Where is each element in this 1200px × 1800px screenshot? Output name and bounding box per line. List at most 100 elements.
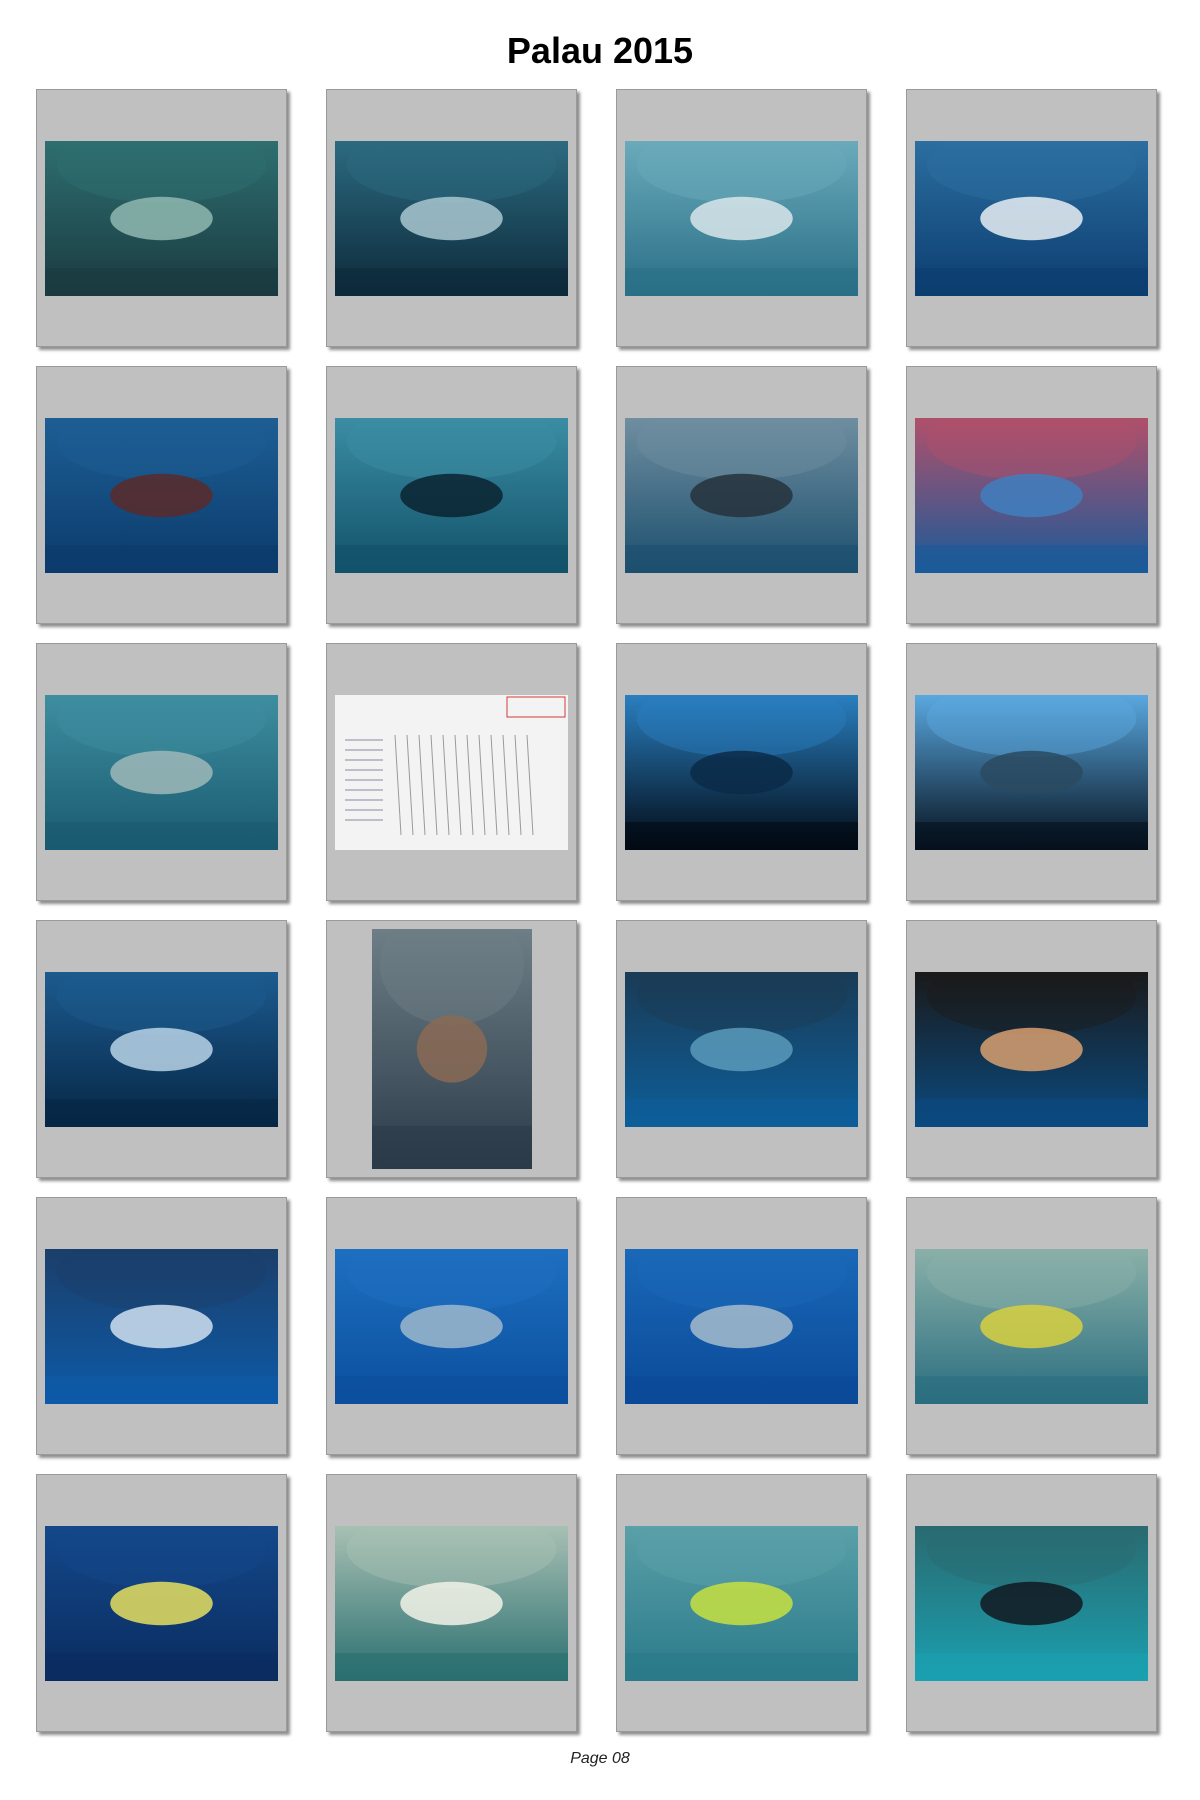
photo-subject	[110, 1304, 213, 1349]
photo-foreground	[335, 545, 568, 573]
photo-image	[45, 141, 278, 296]
photo-slide[interactable]	[906, 920, 1157, 1178]
photo-foreground	[45, 268, 278, 296]
photo-subject	[980, 196, 1083, 241]
photo-image	[625, 418, 858, 573]
photo-subject	[980, 1027, 1083, 1072]
photo-slide[interactable]	[616, 920, 867, 1178]
photo-subject	[400, 1581, 503, 1626]
photo-foreground	[625, 1099, 858, 1127]
photo-slide[interactable]	[906, 366, 1157, 624]
photo-grey-reef-shark-close[interactable]	[625, 1249, 858, 1404]
photo-diver-at-cave-opening[interactable]	[915, 695, 1148, 850]
photo-slide[interactable]	[616, 1474, 867, 1732]
photo-unicornfish[interactable]	[45, 695, 278, 850]
photo-divers-with-lights[interactable]	[45, 972, 278, 1127]
photo-subject	[690, 196, 793, 241]
photo-foreground	[915, 822, 1148, 850]
photo-slide[interactable]	[326, 1197, 577, 1455]
photo-dive-briefing-whiteboard[interactable]	[335, 695, 568, 850]
photo-slide[interactable]	[36, 1474, 287, 1732]
photo-slide[interactable]	[326, 1474, 577, 1732]
photo-slide[interactable]	[906, 1474, 1157, 1732]
photo-manta-ray-with-fish[interactable]	[915, 141, 1148, 296]
photo-foreground	[335, 1653, 568, 1681]
photo-subject	[110, 750, 213, 795]
photo-two-divers-on-reef[interactable]	[625, 972, 858, 1127]
photo-image	[625, 972, 858, 1127]
photo-slide[interactable]	[326, 366, 577, 624]
photo-subject	[110, 1027, 213, 1072]
photo-subject	[690, 1304, 793, 1349]
photo-image	[45, 418, 278, 573]
photo-image	[625, 695, 858, 850]
photo-foreground	[45, 822, 278, 850]
photo-foreground	[625, 545, 858, 573]
photo-foreground	[915, 545, 1148, 573]
photo-foreground	[45, 1653, 278, 1681]
photo-diver-over-reef[interactable]	[915, 1526, 1148, 1681]
photo-yellowmask-angelfish[interactable]	[625, 1526, 858, 1681]
page-number: Page 08	[570, 1750, 630, 1767]
photo-turtle-with-soft-coral[interactable]	[335, 141, 568, 296]
photo-sharks-and-fish[interactable]	[45, 1526, 278, 1681]
photo-slide[interactable]	[36, 366, 287, 624]
photo-subject	[690, 473, 793, 518]
photo-image	[335, 141, 568, 296]
photo-slide[interactable]	[906, 643, 1157, 901]
photo-foreground	[335, 1376, 568, 1404]
photo-image	[372, 929, 532, 1169]
photo-subject	[416, 1015, 488, 1083]
photo-slide[interactable]	[616, 89, 867, 347]
photo-slide[interactable]	[36, 643, 287, 901]
photo-slide[interactable]	[906, 1197, 1157, 1455]
photo-subject	[690, 1581, 793, 1626]
photo-image	[625, 141, 858, 296]
photo-slide[interactable]	[36, 920, 287, 1178]
photo-turtle-under-coral[interactable]	[45, 141, 278, 296]
photo-subject	[110, 473, 213, 518]
photo-slide[interactable]	[326, 920, 577, 1178]
photo-red-snappers[interactable]	[915, 418, 1148, 573]
photo-image	[45, 1526, 278, 1681]
photo-butterflyfish-on-coral[interactable]	[915, 1249, 1148, 1404]
photo-foreground	[915, 1653, 1148, 1681]
photo-slide[interactable]	[906, 89, 1157, 347]
photo-slide[interactable]	[326, 643, 577, 901]
photo-subject	[980, 473, 1083, 518]
photo-diver-in-cave[interactable]	[625, 695, 858, 850]
photo-school-of-snappers[interactable]	[625, 418, 858, 573]
photo-diver-selfie[interactable]	[915, 972, 1148, 1127]
photo-grouper-spotted[interactable]	[45, 1249, 278, 1404]
photo-subject	[690, 1027, 793, 1072]
photo-angelfish-on-reef[interactable]	[372, 929, 532, 1169]
photo-foreground	[915, 1099, 1148, 1127]
photo-foreground	[625, 268, 858, 296]
photo-slide[interactable]	[616, 643, 867, 901]
photo-foreground	[915, 1376, 1148, 1404]
photo-image	[45, 972, 278, 1127]
photo-saddled-butterflyfish[interactable]	[335, 1526, 568, 1681]
photo-slide[interactable]	[36, 89, 287, 347]
photo-subject	[400, 1304, 503, 1349]
photo-slide[interactable]	[36, 1197, 287, 1455]
photo-school-of-fish[interactable]	[335, 418, 568, 573]
photo-image	[335, 1249, 568, 1404]
photo-foreground	[45, 545, 278, 573]
photo-foreground	[625, 1376, 858, 1404]
photo-grey-reef-shark[interactable]	[335, 1249, 568, 1404]
photo-foreground	[625, 1653, 858, 1681]
photo-subject	[690, 750, 793, 795]
photo-image	[915, 695, 1148, 850]
photo-slide[interactable]	[326, 89, 577, 347]
photo-subject	[400, 473, 503, 518]
photo-slide[interactable]	[616, 1197, 867, 1455]
photo-manta-ray-schooling-fish[interactable]	[625, 141, 858, 296]
whiteboard	[335, 695, 568, 850]
photo-slide[interactable]	[616, 366, 867, 624]
photo-image	[335, 418, 568, 573]
photo-subject	[980, 750, 1083, 795]
photo-image	[335, 695, 568, 850]
photo-image	[915, 972, 1148, 1127]
photo-manta-ray-open-water[interactable]	[45, 418, 278, 573]
